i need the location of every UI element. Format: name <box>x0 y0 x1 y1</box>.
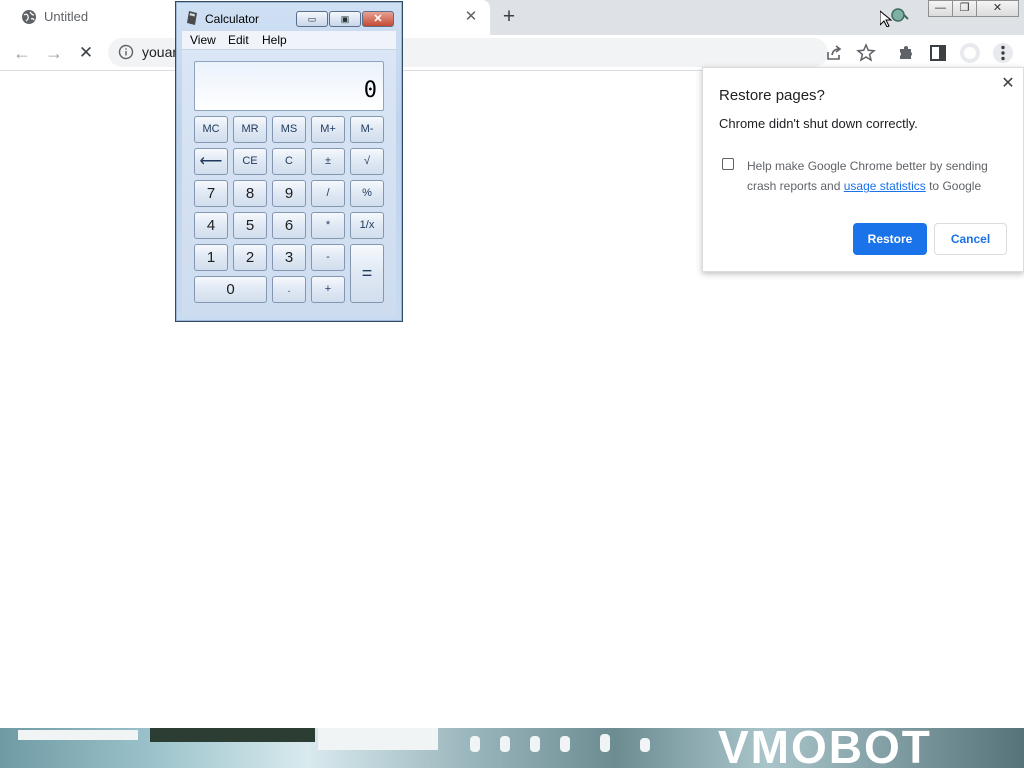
forward-button[interactable]: → <box>42 41 66 65</box>
usage-statistics-link[interactable]: usage statistics <box>844 179 926 193</box>
key-5[interactable]: 5 <box>233 212 267 239</box>
new-tab-button[interactable]: + <box>499 6 519 28</box>
calculator-title: Calculator <box>205 12 260 26</box>
key-4[interactable]: 4 <box>194 212 228 239</box>
tab-close-icon[interactable]: ✕ <box>463 8 479 26</box>
more-menu-icon[interactable] <box>992 42 1014 64</box>
site-info-icon[interactable] <box>118 44 134 60</box>
key-6[interactable]: 6 <box>272 212 306 239</box>
key-c[interactable]: C <box>272 148 306 175</box>
calculator-menubar: View Edit Help <box>182 31 396 50</box>
calculator-body: 0 MC MR MS M+ M- ⟵ CE C ± √ 7 8 9 / % 4 … <box>182 50 396 316</box>
back-button[interactable]: ← <box>10 41 34 65</box>
key-8[interactable]: 8 <box>233 180 267 207</box>
extensions-puzzle-icon[interactable] <box>896 43 916 63</box>
menu-edit[interactable]: Edit <box>228 33 249 47</box>
banner-logo-text: VMOBOT <box>718 728 932 768</box>
crash-report-checkbox[interactable] <box>722 158 734 170</box>
calculator-app-icon <box>187 11 197 25</box>
restore-pages-dialog: ✕ Restore pages? Chrome didn't shut down… <box>702 67 1024 272</box>
key-divide[interactable]: / <box>311 180 345 207</box>
menu-help[interactable]: Help <box>262 33 287 47</box>
key-reciprocal[interactable]: 1/x <box>350 212 384 239</box>
key-m-plus[interactable]: M+ <box>311 116 345 143</box>
side-panel-icon[interactable] <box>928 43 948 63</box>
key-3[interactable]: 3 <box>272 244 306 271</box>
key-mc[interactable]: MC <box>194 116 228 143</box>
key-multiply[interactable]: * <box>311 212 345 239</box>
key-9[interactable]: 9 <box>272 180 306 207</box>
display-value: 0 <box>363 78 377 103</box>
menu-view[interactable]: View <box>190 33 216 47</box>
calculator-close-button[interactable]: ✕ <box>362 11 394 27</box>
calculator-minimize-button[interactable]: ▭ <box>296 11 328 27</box>
key-sqrt[interactable]: √ <box>350 148 384 175</box>
bookmark-star-icon[interactable] <box>856 43 876 63</box>
stop-loading-button[interactable]: ✕ <box>74 41 98 65</box>
key-mr[interactable]: MR <box>233 116 267 143</box>
window-minimize-button[interactable]: — <box>928 0 953 17</box>
window-restore-button[interactable]: ❐ <box>952 0 977 17</box>
address-text: youar <box>142 44 178 60</box>
key-ms[interactable]: MS <box>272 116 306 143</box>
dialog-close-icon[interactable]: ✕ <box>999 75 1017 93</box>
key-subtract[interactable]: - <box>311 244 345 271</box>
page-banner-image: VMOBOT <box>0 728 1024 768</box>
key-equals[interactable]: = <box>350 244 384 303</box>
share-icon[interactable] <box>824 43 844 63</box>
key-1[interactable]: 1 <box>194 244 228 271</box>
key-ce[interactable]: CE <box>233 148 267 175</box>
key-decimal[interactable]: . <box>272 276 306 303</box>
key-2[interactable]: 2 <box>233 244 267 271</box>
calculator-display: 0 <box>194 61 384 111</box>
key-percent[interactable]: % <box>350 180 384 207</box>
key-m-minus[interactable]: M- <box>350 116 384 143</box>
crash-report-label: Help make Google Chrome better by sendin… <box>747 156 1009 196</box>
key-add[interactable]: + <box>311 276 345 303</box>
cancel-button[interactable]: Cancel <box>934 223 1007 255</box>
cursor-magnifier-icon <box>880 8 909 27</box>
key-7[interactable]: 7 <box>194 180 228 207</box>
window-close-button[interactable]: ✕ <box>976 0 1019 17</box>
calculator-maximize-button[interactable]: ▣ <box>329 11 361 27</box>
dialog-message: Chrome didn't shut down correctly. <box>719 116 918 131</box>
key-plus-minus[interactable]: ± <box>311 148 345 175</box>
dialog-title: Restore pages? <box>719 87 825 104</box>
browser-toolbar: ← → ✕ youar <box>0 35 1024 71</box>
profile-avatar-icon[interactable] <box>959 42 981 64</box>
tab-strip: Untitled ✕ + — ❐ ✕ <box>0 0 1024 35</box>
crash-report-text-end: to Google <box>925 179 982 193</box>
globe-icon <box>22 10 36 24</box>
calculator-titlebar[interactable]: Calculator ▭ ▣ ✕ <box>176 2 402 30</box>
restore-button[interactable]: Restore <box>853 223 927 255</box>
key-backspace[interactable]: ⟵ <box>194 148 228 175</box>
tab-title: Untitled <box>44 9 89 24</box>
key-0[interactable]: 0 <box>194 276 267 303</box>
calculator-window[interactable]: Calculator ▭ ▣ ✕ View Edit Help 0 MC MR … <box>175 1 403 322</box>
